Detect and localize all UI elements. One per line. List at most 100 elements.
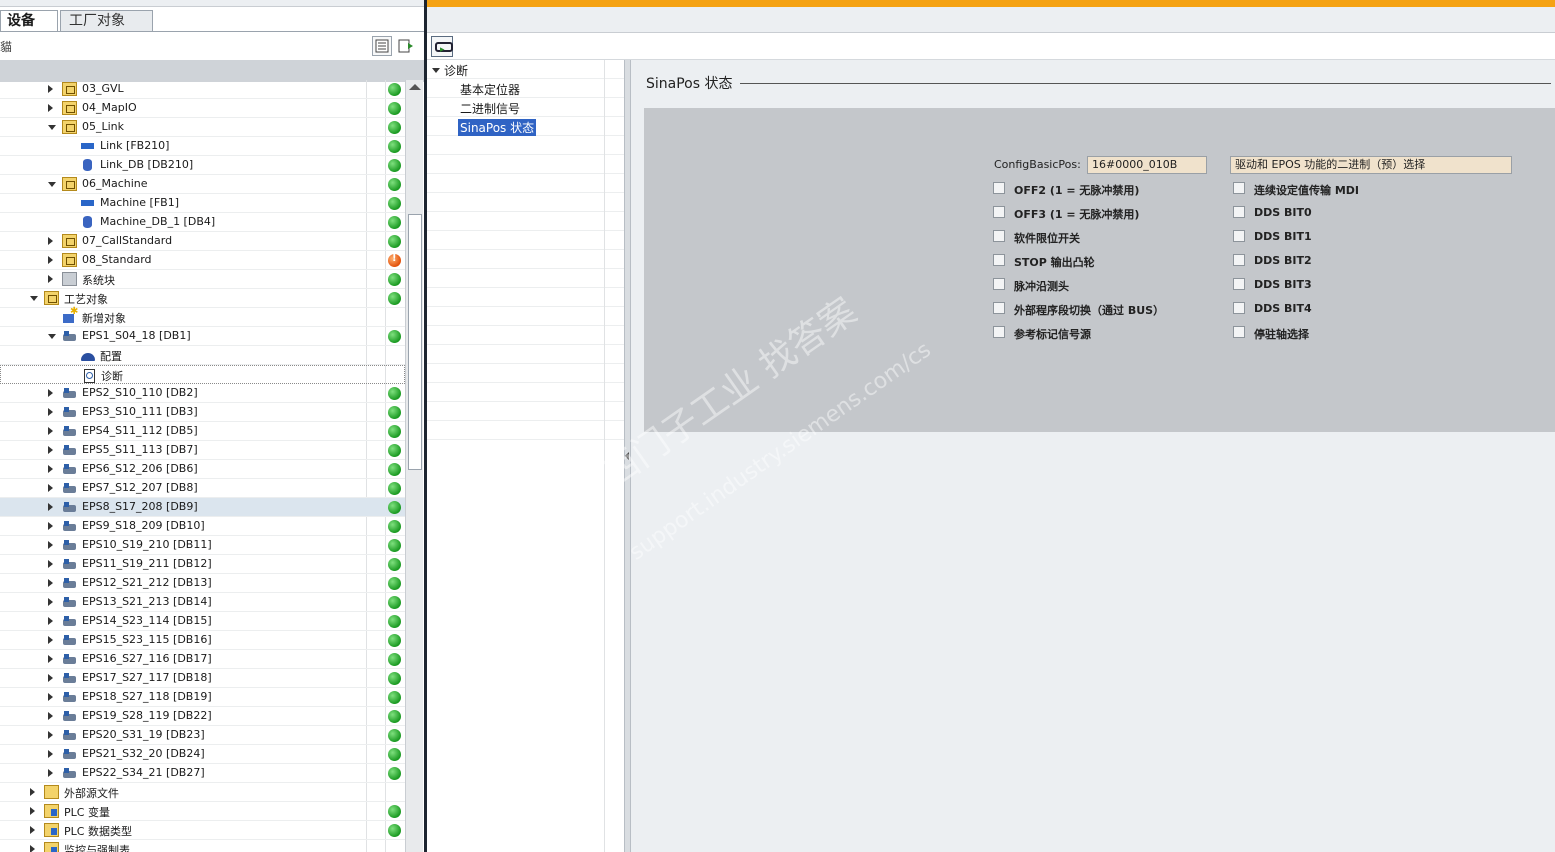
- expand-right-icon[interactable]: [48, 617, 53, 625]
- expand-right-icon[interactable]: [48, 693, 53, 701]
- collapse-left-icon[interactable]: [625, 452, 629, 460]
- expand-right-icon[interactable]: [48, 560, 53, 568]
- tab-devices[interactable]: 设备: [0, 10, 58, 32]
- control-bit-checkbox[interactable]: [1233, 182, 1245, 194]
- tree-item[interactable]: EPS17_S27_117 [DB18]: [0, 669, 405, 688]
- tree-item[interactable]: EPS1_S04_18 [DB1]: [0, 327, 405, 346]
- tree-item[interactable]: EPS21_S32_20 [DB24]: [0, 745, 405, 764]
- tree-item[interactable]: EPS9_S18_209 [DB10]: [0, 517, 405, 536]
- expand-right-icon[interactable]: [48, 427, 53, 435]
- status-bit-checkbox[interactable]: [993, 326, 1005, 338]
- expand-down-icon[interactable]: [48, 125, 56, 130]
- expand-down-icon[interactable]: [432, 68, 440, 73]
- expand-down-icon[interactable]: [48, 182, 56, 187]
- tree-item[interactable]: EPS15_S23_115 [DB16]: [0, 631, 405, 650]
- expand-right-icon[interactable]: [30, 826, 35, 834]
- control-bit-checkbox[interactable]: [1233, 206, 1245, 218]
- tree-item[interactable]: EPS14_S23_114 [DB15]: [0, 612, 405, 631]
- expand-right-icon[interactable]: [30, 807, 35, 815]
- tree-item[interactable]: EPS7_S12_207 [DB8]: [0, 479, 405, 498]
- expand-right-icon[interactable]: [30, 845, 35, 852]
- tree-item[interactable]: 新增对象: [0, 306, 405, 327]
- tree-item[interactable]: 05_Link: [0, 118, 405, 137]
- tree-item[interactable]: EPS22_S34_21 [DB27]: [0, 764, 405, 783]
- nav-item-sinapos-status[interactable]: SinaPos 状态: [427, 117, 624, 136]
- overview-view-icon[interactable]: [372, 36, 392, 56]
- expand-right-icon[interactable]: [48, 731, 53, 739]
- tree-item[interactable]: 工艺对象: [0, 289, 405, 308]
- expand-right-icon[interactable]: [48, 655, 53, 663]
- monitor-online-icon[interactable]: [431, 36, 453, 57]
- nav-splitter[interactable]: [624, 60, 631, 852]
- control-bit-checkbox[interactable]: [1233, 302, 1245, 314]
- expand-right-icon[interactable]: [48, 275, 53, 283]
- tree-item[interactable]: EPS18_S27_118 [DB19]: [0, 688, 405, 707]
- tree-item[interactable]: EPS4_S11_112 [DB5]: [0, 422, 405, 441]
- status-bit-checkbox[interactable]: [993, 278, 1005, 290]
- tree-item[interactable]: 外部源文件: [0, 783, 405, 802]
- tree-item[interactable]: EPS13_S21_213 [DB14]: [0, 593, 405, 612]
- expand-right-icon[interactable]: [48, 85, 53, 93]
- tree-item[interactable]: EPS12_S21_212 [DB13]: [0, 574, 405, 593]
- expand-down-icon[interactable]: [30, 296, 38, 301]
- control-bit-checkbox[interactable]: [1233, 230, 1245, 242]
- tree-item[interactable]: EPS11_S19_211 [DB12]: [0, 555, 405, 574]
- expand-right-icon[interactable]: [48, 484, 53, 492]
- expand-right-icon[interactable]: [48, 256, 53, 264]
- status-bit-checkbox[interactable]: [993, 206, 1005, 218]
- tree-item[interactable]: PLC 变量: [0, 802, 405, 821]
- nav-item-binary-signals[interactable]: 二进制信号: [427, 98, 624, 117]
- control-bit-checkbox[interactable]: [1233, 254, 1245, 266]
- expand-right-icon[interactable]: [48, 503, 53, 511]
- tree-item[interactable]: 08_Standard: [0, 251, 405, 270]
- scrollbar-thumb[interactable]: [408, 214, 422, 470]
- tab-plant-objects[interactable]: 工厂对象: [60, 10, 153, 32]
- tree-item[interactable]: Machine [FB1]: [0, 194, 405, 213]
- status-bit-checkbox[interactable]: [993, 182, 1005, 194]
- expand-right-icon[interactable]: [48, 389, 53, 397]
- tree-item[interactable]: EPS5_S11_113 [DB7]: [0, 441, 405, 460]
- expand-right-icon[interactable]: [48, 750, 53, 758]
- expand-right-icon[interactable]: [48, 769, 53, 777]
- status-bit-checkbox[interactable]: [993, 230, 1005, 242]
- tree-item[interactable]: 监控与强制表: [0, 840, 405, 852]
- tree-scrollbar[interactable]: [405, 80, 423, 852]
- tree-item[interactable]: 03_GVL: [0, 80, 405, 99]
- expand-right-icon[interactable]: [48, 408, 53, 416]
- nav-item-diagnostics[interactable]: 诊断: [427, 60, 624, 79]
- tree-item[interactable]: EPS10_S19_210 [DB11]: [0, 536, 405, 555]
- expand-right-icon[interactable]: [48, 104, 53, 112]
- status-bit-checkbox[interactable]: [993, 302, 1005, 314]
- expand-right-icon[interactable]: [48, 712, 53, 720]
- expand-right-icon[interactable]: [48, 579, 53, 587]
- tree-item[interactable]: 配置: [0, 346, 405, 365]
- tree-item[interactable]: EPS16_S27_116 [DB17]: [0, 650, 405, 669]
- tree-item[interactable]: EPS20_S31_19 [DB23]: [0, 726, 405, 745]
- expand-right-icon[interactable]: [48, 237, 53, 245]
- tree-item[interactable]: EPS6_S12_206 [DB6]: [0, 460, 405, 479]
- expand-right-icon[interactable]: [48, 636, 53, 644]
- expand-right-icon[interactable]: [30, 788, 35, 796]
- expand-right-icon[interactable]: [48, 522, 53, 530]
- tree-item[interactable]: PLC 数据类型: [0, 821, 405, 840]
- tree-item[interactable]: Machine_DB_1 [DB4]: [0, 213, 405, 232]
- tree-item[interactable]: 07_CallStandard: [0, 232, 405, 251]
- expand-right-icon[interactable]: [48, 446, 53, 454]
- expand-right-icon[interactable]: [48, 674, 53, 682]
- expand-down-icon[interactable]: [48, 334, 56, 339]
- tree-item[interactable]: 诊断: [0, 365, 405, 384]
- control-bit-checkbox[interactable]: [1233, 278, 1245, 290]
- tree-item[interactable]: EPS2_S10_110 [DB2]: [0, 384, 405, 403]
- tree-item[interactable]: Link [FB210]: [0, 137, 405, 156]
- tree-item[interactable]: 04_MapIO: [0, 99, 405, 118]
- tree-item[interactable]: EPS3_S10_111 [DB3]: [0, 403, 405, 422]
- expand-right-icon[interactable]: [48, 465, 53, 473]
- expand-right-icon[interactable]: [48, 598, 53, 606]
- scroll-up-icon[interactable]: [409, 84, 421, 90]
- control-bit-checkbox[interactable]: [1233, 326, 1245, 338]
- tree-item[interactable]: EPS19_S28_119 [DB22]: [0, 707, 405, 726]
- expand-right-icon[interactable]: [48, 541, 53, 549]
- tree-item[interactable]: 系统块: [0, 270, 405, 289]
- nav-item-basic-positioner[interactable]: 基本定位器: [427, 79, 624, 98]
- tree-item[interactable]: 06_Machine: [0, 175, 405, 194]
